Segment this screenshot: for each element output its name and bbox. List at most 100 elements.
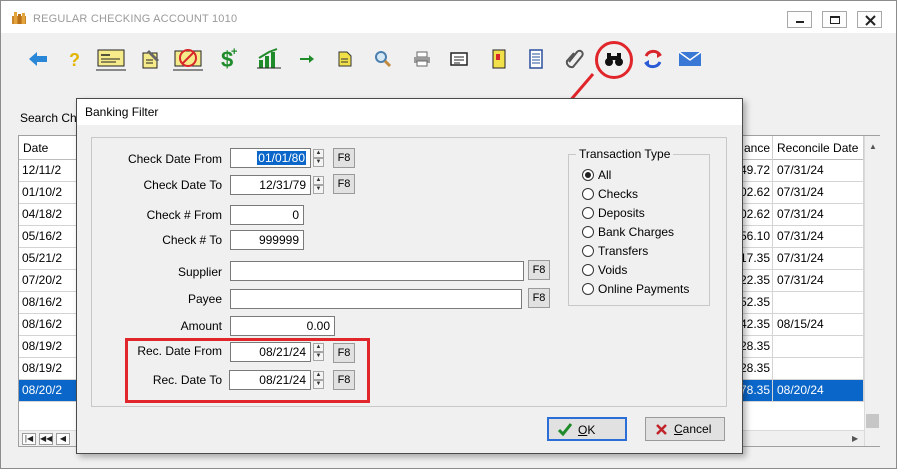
check-date-from-f8-button[interactable]: F8 xyxy=(333,148,355,168)
check-no-from-label: Check # From xyxy=(146,208,222,222)
check-date-to-f8-button[interactable]: F8 xyxy=(333,174,355,194)
cancel-mnemonic: C xyxy=(674,422,683,436)
row-reconcile-cell: 07/31/24 xyxy=(773,182,864,203)
radio-label: Deposits xyxy=(598,206,645,220)
check-date-from-input[interactable]: 01/01/80 xyxy=(230,148,311,168)
dollar-add-icon[interactable]: $ + xyxy=(213,41,247,77)
scroll-thumb[interactable] xyxy=(866,414,879,428)
radio-label: Bank Charges xyxy=(598,225,675,239)
checkmark-icon xyxy=(558,423,572,436)
list-card-icon[interactable] xyxy=(442,41,476,77)
row-reconcile-cell: 07/31/24 xyxy=(773,160,864,181)
prev-record-button[interactable]: ◀ xyxy=(56,433,70,445)
radio-deposits[interactable]: Deposits xyxy=(582,206,645,220)
search-label: Search Che xyxy=(20,111,84,125)
row-date-cell: 08/16/2 xyxy=(19,314,79,335)
row-reconcile-cell xyxy=(773,336,864,357)
check-no-from-input[interactable]: 0 xyxy=(230,205,304,225)
check-date-to-label: Check Date To xyxy=(143,178,223,192)
refresh-icon[interactable] xyxy=(636,41,670,77)
chart-icon[interactable] xyxy=(252,41,286,77)
first-record-button[interactable]: |◀ xyxy=(22,433,36,445)
amount-input[interactable]: 0.00 xyxy=(230,316,335,336)
toolbar: ? $ + xyxy=(1,41,896,81)
row-reconcile-cell: 07/31/24 xyxy=(773,248,864,269)
cancel-x-icon xyxy=(656,424,667,435)
radio-label: Transfers xyxy=(598,244,649,258)
row-date-cell: 12/11/2 xyxy=(19,160,79,181)
radio-transfers[interactable]: Transfers xyxy=(582,244,648,258)
radio-dot[interactable] xyxy=(582,226,594,238)
row-date-cell: 05/21/2 xyxy=(19,248,79,269)
ok-button[interactable]: OK xyxy=(547,417,627,441)
minimize-button[interactable] xyxy=(787,11,812,28)
supplier-label: Supplier xyxy=(177,265,222,279)
check-date-from-label: Check Date From xyxy=(127,152,222,166)
check-date-from-value: 01/01/80 xyxy=(257,151,306,165)
void-check-icon[interactable] xyxy=(171,41,205,77)
radio-dot[interactable] xyxy=(582,169,594,181)
binoculars-highlight-circle xyxy=(595,41,633,79)
paperclip-icon[interactable] xyxy=(558,41,592,77)
ok-label-rest: K xyxy=(587,423,596,437)
radio-dot[interactable] xyxy=(582,188,594,200)
help-icon[interactable]: ? xyxy=(57,41,91,77)
radio-dot[interactable] xyxy=(582,245,594,257)
row-reconcile-cell: 07/31/24 xyxy=(773,226,864,247)
row-reconcile-cell: 08/20/24 xyxy=(773,380,864,401)
note-icon[interactable] xyxy=(328,41,362,77)
row-reconcile-cell xyxy=(773,292,864,313)
scroll-right-icon[interactable]: ▶ xyxy=(852,434,858,443)
supplier-input[interactable] xyxy=(230,261,524,281)
check-card-icon[interactable] xyxy=(94,41,128,77)
svg-text:?: ? xyxy=(69,50,80,69)
vertical-scrollbar[interactable]: ▲ xyxy=(864,136,880,446)
radio-dot[interactable] xyxy=(582,283,594,295)
check-date-to-input[interactable]: 12/31/79 xyxy=(230,175,311,195)
row-reconcile-cell: 08/15/24 xyxy=(773,314,864,335)
payee-f8-button[interactable]: F8 xyxy=(528,288,550,308)
next-arrow-icon[interactable] xyxy=(290,41,324,77)
radio-dot[interactable] xyxy=(582,207,594,219)
dialog-title: Banking Filter xyxy=(77,99,742,125)
back-arrow-icon[interactable] xyxy=(21,41,55,77)
print-icon[interactable] xyxy=(405,41,439,77)
amount-label: Amount xyxy=(180,319,222,333)
row-date-cell: 07/20/2 xyxy=(19,270,79,291)
check-no-to-input[interactable]: 999999 xyxy=(230,230,304,250)
restore-button[interactable] xyxy=(822,11,847,28)
close-window-button[interactable] xyxy=(857,11,882,28)
check-date-from-spinner[interactable]: ▲ ▼ xyxy=(313,149,324,167)
magnify-icon[interactable] xyxy=(366,41,400,77)
row-date-cell: 08/19/2 xyxy=(19,336,79,357)
radio-online-payments[interactable]: Online Payments xyxy=(582,282,689,296)
header-date[interactable]: Date xyxy=(19,136,79,160)
book-icon[interactable] xyxy=(482,41,516,77)
ok-mnemonic: O xyxy=(578,423,588,437)
row-date-cell: 08/16/2 xyxy=(19,292,79,313)
row-date-cell: 01/10/2 xyxy=(19,182,79,203)
svg-text:+: + xyxy=(231,46,237,58)
radio-voids[interactable]: Voids xyxy=(582,263,627,277)
check-date-to-spinner[interactable]: ▲ ▼ xyxy=(313,176,324,194)
supplier-f8-button[interactable]: F8 xyxy=(528,260,550,280)
scroll-up-icon[interactable]: ▲ xyxy=(869,142,877,151)
radio-label: All xyxy=(598,168,612,182)
row-date-cell: 08/20/2 xyxy=(19,380,79,401)
row-reconcile-cell: 07/31/24 xyxy=(773,204,864,225)
cancel-button[interactable]: Cancel xyxy=(645,417,725,441)
header-reconcile-date[interactable]: Reconcile Date xyxy=(773,136,864,160)
radio-label: Voids xyxy=(598,263,628,277)
document-icon[interactable] xyxy=(519,41,553,77)
radio-bank-charges[interactable]: Bank Charges xyxy=(582,225,674,239)
payee-input[interactable] xyxy=(230,289,522,309)
radio-checks[interactable]: Checks xyxy=(582,187,638,201)
prev-page-button[interactable]: ◀◀ xyxy=(39,433,53,445)
radio-dot[interactable] xyxy=(582,264,594,276)
row-reconcile-cell xyxy=(773,358,864,379)
radio-all[interactable]: All xyxy=(582,168,611,182)
edit-note-icon[interactable] xyxy=(134,41,168,77)
title-bar: REGULAR CHECKING ACCOUNT 1010 xyxy=(1,1,896,33)
check-no-to-label: Check # To xyxy=(162,233,222,247)
mail-icon[interactable] xyxy=(673,41,707,77)
